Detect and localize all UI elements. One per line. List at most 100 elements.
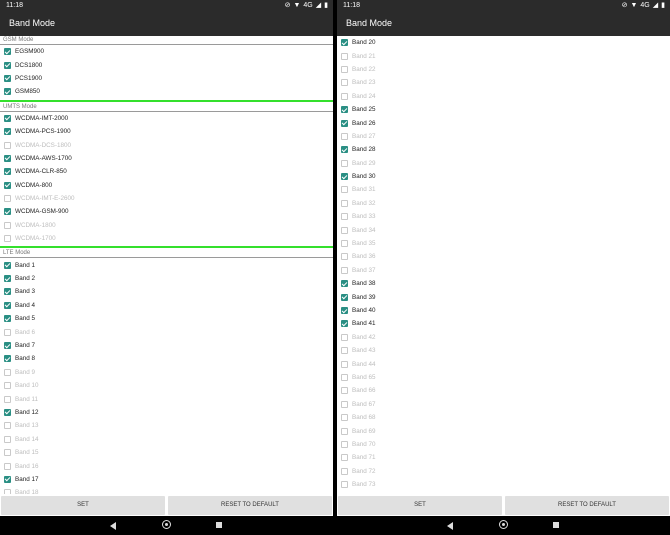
band-row[interactable]: EGSM900 [0,45,333,58]
checkbox-unchecked[interactable] [341,52,348,60]
checkbox-checked[interactable] [4,275,11,283]
band-row[interactable]: Band 73 [337,478,670,491]
band-row[interactable]: Band 16 [0,459,333,472]
checkbox-checked[interactable] [4,342,11,349]
band-row[interactable]: Band 37 [337,264,670,277]
checkbox-checked[interactable] [4,208,11,216]
band-row[interactable]: Band 44 [337,357,670,370]
checkbox-unchecked[interactable] [4,422,11,430]
checkbox-unchecked[interactable] [341,347,348,355]
band-row[interactable]: Band 41 [337,317,670,330]
checkbox-unchecked[interactable] [341,467,348,475]
band-row[interactable]: Band 72 [337,465,670,478]
checkbox-checked[interactable] [4,315,11,323]
recents-icon[interactable] [553,522,559,528]
band-row[interactable]: Band 7 [0,339,333,352]
band-row[interactable]: Band 30 [337,170,670,183]
checkbox-unchecked[interactable] [341,226,348,234]
checkbox-unchecked[interactable] [341,387,348,395]
checkbox-unchecked[interactable] [341,65,348,73]
checkbox-checked[interactable] [4,408,11,416]
band-row[interactable]: WCDMA-IMT-2000 [0,112,333,125]
home-icon[interactable] [499,520,508,529]
band-row[interactable]: Band 42 [337,331,670,344]
band-row[interactable]: Band 40 [337,304,670,317]
band-row[interactable]: Band 22 [337,63,670,76]
checkbox-unchecked[interactable] [4,235,11,243]
checkbox-unchecked[interactable] [341,199,348,207]
checkbox-unchecked[interactable] [341,240,348,248]
band-row[interactable]: Band 32 [337,197,670,210]
band-row[interactable]: Band 28 [337,143,670,156]
band-row[interactable]: WCDMA-PCS-1900 [0,125,333,138]
checkbox-checked[interactable] [4,168,11,176]
checkbox-unchecked[interactable] [4,328,11,336]
band-row[interactable]: Band 29 [337,157,670,170]
checkbox-checked[interactable] [341,173,348,181]
checkbox-unchecked[interactable] [341,414,348,422]
checkbox-unchecked[interactable] [4,435,11,443]
band-row[interactable]: Band 4 [0,299,333,312]
checkbox-unchecked[interactable] [341,186,348,194]
band-row[interactable]: Band 23 [337,76,670,89]
checkbox-checked[interactable] [4,261,11,269]
band-row[interactable]: Band 3 [0,285,333,298]
reset-button[interactable]: RESET TO DEFAULT [505,496,669,515]
checkbox-unchecked[interactable] [4,449,11,457]
checkbox-checked[interactable] [341,146,348,154]
band-row[interactable]: Band 14 [0,433,333,446]
checkbox-checked[interactable] [341,307,348,314]
band-row[interactable]: Band 35 [337,237,670,250]
band-row[interactable]: Band 6 [0,325,333,338]
checkbox-unchecked[interactable] [4,221,11,229]
checkbox-unchecked[interactable] [341,92,348,100]
home-icon[interactable] [162,520,171,529]
band-row[interactable]: Band 10 [0,379,333,392]
checkbox-checked[interactable] [4,154,11,162]
checkbox-checked[interactable] [4,128,11,136]
band-row[interactable]: Band 38 [337,277,670,290]
checkbox-unchecked[interactable] [341,159,348,167]
checkbox-checked[interactable] [341,320,348,328]
band-row[interactable]: Band 67 [337,398,670,411]
band-row[interactable]: Band 33 [337,210,670,223]
band-row[interactable]: WCDMA-CLR-850 [0,165,333,178]
set-button[interactable]: SET [1,496,165,515]
checkbox-unchecked[interactable] [341,333,348,341]
band-row[interactable]: Band 15 [0,446,333,459]
band-row[interactable]: Band 26 [337,116,670,129]
band-row[interactable]: Band 2 [0,272,333,285]
checkbox-checked[interactable] [341,119,348,127]
band-row[interactable]: Band 18 [0,486,333,494]
band-row[interactable]: Band 5 [0,312,333,325]
band-row[interactable]: Band 71 [337,451,670,464]
band-row[interactable]: Band 8 [0,352,333,365]
checkbox-unchecked[interactable] [341,373,348,381]
checkbox-checked[interactable] [4,181,11,189]
checkbox-checked[interactable] [4,288,11,296]
checkbox-unchecked[interactable] [4,395,11,403]
band-row[interactable]: WCDMA-AWS-1700 [0,152,333,165]
checkbox-unchecked[interactable] [341,427,348,435]
checkbox-unchecked[interactable] [4,368,11,376]
recents-icon[interactable] [216,522,222,528]
band-row[interactable]: DCS1800 [0,58,333,71]
band-row[interactable]: WCDMA-1800 [0,219,333,232]
band-row[interactable]: WCDMA-GSM-900 [0,205,333,218]
band-row[interactable]: Band 25 [337,103,670,116]
band-row[interactable]: Band 36 [337,250,670,263]
checkbox-unchecked[interactable] [4,195,11,203]
band-row[interactable]: Band 24 [337,90,670,103]
band-row[interactable]: Band 31 [337,183,670,196]
checkbox-checked[interactable] [341,39,348,47]
reset-button[interactable]: RESET TO DEFAULT [168,496,332,515]
checkbox-checked[interactable] [4,48,11,56]
checkbox-checked[interactable] [4,61,11,69]
set-button[interactable]: SET [338,496,502,515]
checkbox-unchecked[interactable] [341,79,348,87]
checkbox-unchecked[interactable] [341,253,348,261]
checkbox-checked[interactable] [341,106,348,114]
checkbox-unchecked[interactable] [341,400,348,408]
checkbox-unchecked[interactable] [4,382,11,390]
checkbox-checked[interactable] [341,280,348,288]
